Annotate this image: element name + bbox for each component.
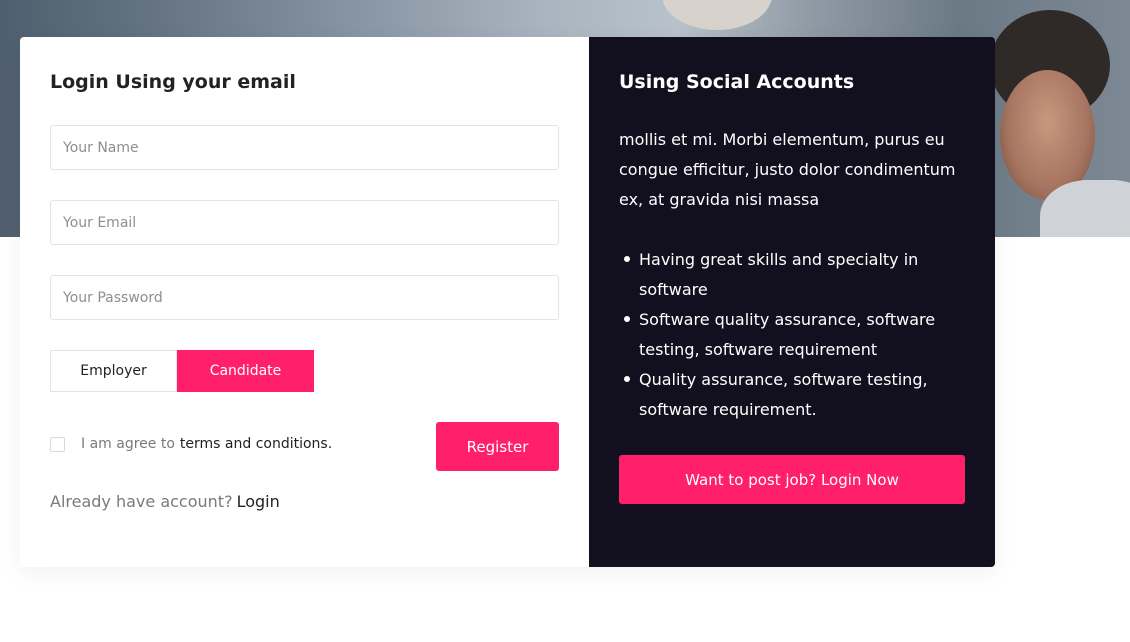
login-link[interactable]: Login [237,492,280,511]
social-title: Using Social Accounts [619,71,855,93]
features-list: Having great skills and specialty in sof… [619,245,969,425]
role-employer-button[interactable]: Employer [50,350,177,392]
bullet-icon [624,316,630,322]
already-have-account: Already have account? Login [50,492,280,511]
terms-checkbox[interactable] [50,436,65,452]
terms-link[interactable]: terms and conditions. [180,436,332,452]
role-toggle: Employer Candidate [50,350,314,392]
terms-prefix-text: I am agree to [81,436,175,452]
bullet-icon [624,256,630,262]
email-input[interactable] [50,200,559,245]
auth-card: Login Using your email Employer Candidat… [20,37,995,567]
feature-text: Quality assurance, software testing, sof… [639,370,928,419]
feature-text: Having great skills and specialty in sof… [639,250,919,299]
password-input[interactable] [50,275,559,320]
list-item: Software quality assurance, software tes… [619,305,969,365]
terms-agreement: I am agree to terms and conditions. [50,434,332,454]
login-panel: Login Using your email Employer Candidat… [20,37,589,567]
bullet-icon [624,376,630,382]
social-description: mollis et mi. Morbi elementum, purus eu … [619,130,956,209]
list-item: Quality assurance, software testing, sof… [619,365,969,425]
name-input[interactable] [50,125,559,170]
hero-person-left [662,0,772,30]
register-button[interactable]: Register [436,422,559,471]
list-item: Having great skills and specialty in sof… [619,245,969,305]
already-text: Already have account? [50,492,233,511]
role-candidate-button[interactable]: Candidate [177,350,314,392]
post-job-login-button[interactable]: Want to post job? Login Now [619,455,965,504]
login-title: Login Using your email [50,71,296,93]
feature-text: Software quality assurance, software tes… [639,310,936,359]
social-panel: Using Social Accounts mollis et mi. Morb… [589,37,995,567]
